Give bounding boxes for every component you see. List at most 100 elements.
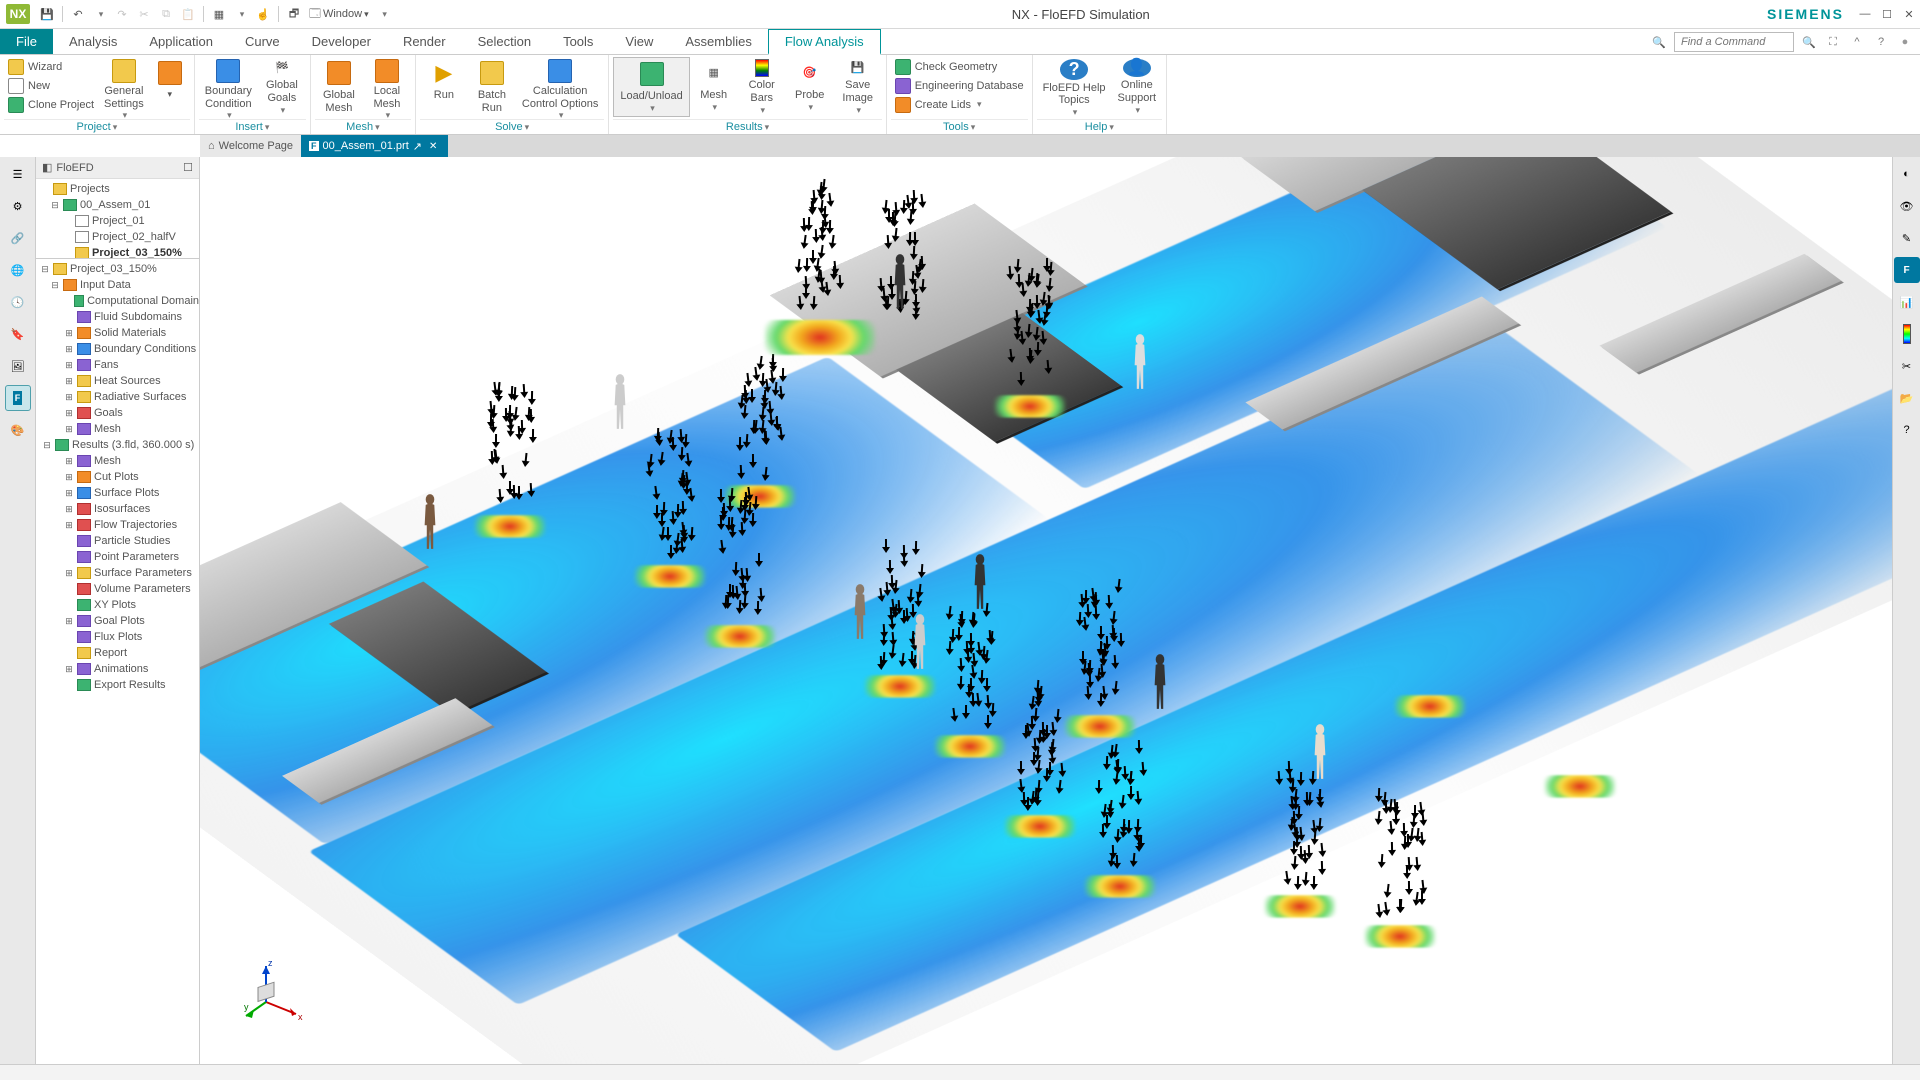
engineering-database-button[interactable]: Engineering Database bbox=[891, 76, 1028, 95]
touch-icon[interactable]: ☝ bbox=[253, 4, 273, 24]
rr-folder-icon[interactable]: 📂 bbox=[1894, 385, 1920, 411]
tree-item[interactable]: ⊞Boundary Conditions bbox=[36, 341, 199, 357]
panel-menu-icon[interactable]: ◧ bbox=[42, 161, 52, 174]
tree-item[interactable]: Report bbox=[36, 645, 199, 661]
tree-item[interactable]: XY Plots bbox=[36, 597, 199, 613]
tree-item[interactable]: ⊞Surface Parameters bbox=[36, 565, 199, 581]
tree-item[interactable]: ⊞Heat Sources bbox=[36, 373, 199, 389]
general-settings-button[interactable]: General Settings bbox=[98, 57, 150, 117]
tree-item[interactable]: ⊞Mesh bbox=[36, 453, 199, 469]
boundary-condition-button[interactable]: Boundary Condition bbox=[199, 57, 258, 117]
wizard-button[interactable]: Wizard bbox=[4, 57, 98, 76]
group-label-help[interactable]: Help bbox=[1037, 119, 1163, 134]
tree-item[interactable]: Volume Parameters bbox=[36, 581, 199, 597]
rail-assembly-icon[interactable]: ⚙ bbox=[5, 193, 31, 219]
clone-project-button[interactable]: Clone Project bbox=[4, 95, 98, 114]
tree-root-projects[interactable]: Projects bbox=[36, 181, 199, 197]
undo-dropdown[interactable] bbox=[90, 4, 110, 24]
qat-overflow[interactable] bbox=[374, 4, 394, 24]
tab-developer[interactable]: Developer bbox=[296, 29, 387, 54]
rr-icon-7[interactable]: ✂ bbox=[1894, 353, 1920, 379]
tree-item[interactable]: ⊞Isosurfaces bbox=[36, 501, 199, 517]
tree-item[interactable]: ⊞Cut Plots bbox=[36, 469, 199, 485]
tab-flow-analysis[interactable]: Flow Analysis bbox=[768, 29, 881, 55]
search-go-icon[interactable]: 🔍 bbox=[1800, 33, 1818, 51]
new-button[interactable]: New bbox=[4, 76, 98, 95]
rail-floefd-icon[interactable]: F bbox=[5, 385, 31, 411]
file-menu[interactable]: File bbox=[0, 29, 53, 54]
tree-active-root[interactable]: ⊟Project_03_150% bbox=[36, 261, 199, 277]
tab-assemblies[interactable]: Assemblies bbox=[669, 29, 767, 54]
tab-view[interactable]: View bbox=[609, 29, 669, 54]
rr-icon-2[interactable]: 👁 bbox=[1894, 193, 1920, 219]
rr-help-icon[interactable]: ? bbox=[1894, 417, 1920, 443]
rail-history-icon[interactable]: 🕓 bbox=[5, 289, 31, 315]
layout-dropdown[interactable] bbox=[231, 4, 251, 24]
tree-input-data[interactable]: ⊟Input Data bbox=[36, 277, 199, 293]
tree-item[interactable]: ⊞Animations bbox=[36, 661, 199, 677]
layout-icon[interactable]: ▦ bbox=[209, 4, 229, 24]
tab-curve[interactable]: Curve bbox=[229, 29, 296, 54]
tab-application[interactable]: Application bbox=[133, 29, 229, 54]
tab-close-icon[interactable]: ✕ bbox=[426, 141, 440, 152]
status-dot-icon[interactable]: ● bbox=[1896, 33, 1914, 51]
save-image-button[interactable]: 💾 Save Image bbox=[834, 57, 882, 117]
tree-item[interactable]: ⊞Goal Plots bbox=[36, 613, 199, 629]
search-icon[interactable]: 🔍 bbox=[1650, 33, 1668, 51]
minimize-icon[interactable]: — bbox=[1854, 5, 1876, 23]
group-label-mesh[interactable]: Mesh bbox=[315, 119, 411, 134]
color-bars-button[interactable]: Color Bars bbox=[738, 57, 786, 117]
rr-icon-3[interactable]: ✎ bbox=[1894, 225, 1920, 251]
tree-project[interactable]: Project_01 bbox=[36, 213, 199, 229]
probe-button[interactable]: 🎯 Probe bbox=[786, 57, 834, 117]
local-mesh-button[interactable]: Local Mesh bbox=[363, 57, 411, 117]
3d-viewport[interactable]: x y z bbox=[200, 157, 1892, 1064]
tab-render[interactable]: Render bbox=[387, 29, 462, 54]
rail-navigator-icon[interactable]: ☰ bbox=[5, 161, 31, 187]
panel-dock-icon[interactable]: ☐ bbox=[183, 161, 193, 174]
group-label-project[interactable]: Project bbox=[4, 119, 190, 134]
save-icon[interactable]: 💾 bbox=[37, 4, 57, 24]
tree-results[interactable]: ⊟Results (3.fld, 360.000 s) bbox=[36, 437, 199, 453]
tree-item[interactable]: Particle Studies bbox=[36, 533, 199, 549]
tab-analysis[interactable]: Analysis bbox=[53, 29, 133, 54]
global-mesh-button[interactable]: Global Mesh bbox=[315, 57, 363, 117]
rail-image-icon[interactable]: 🖼 bbox=[5, 353, 31, 379]
tree-assembly[interactable]: ⊟00_Assem_01 bbox=[36, 197, 199, 213]
undo-icon[interactable]: ↶ bbox=[68, 4, 88, 24]
group-label-solve[interactable]: Solve bbox=[420, 119, 604, 134]
rr-icon-5[interactable]: 📊 bbox=[1894, 289, 1920, 315]
tree-item[interactable]: Export Results bbox=[36, 677, 199, 693]
load-unload-button[interactable]: Load/Unload bbox=[613, 57, 689, 117]
tree-item[interactable]: ⊞Surface Plots bbox=[36, 485, 199, 501]
rr-icon-4[interactable]: F bbox=[1894, 257, 1920, 283]
mesh-results-button[interactable]: ▦ Mesh bbox=[690, 57, 738, 117]
project-extras-button[interactable]: ▾ bbox=[150, 57, 190, 117]
rail-bookmark-icon[interactable]: 🔖 bbox=[5, 321, 31, 347]
tree-project-active[interactable]: Project_03_150% bbox=[36, 245, 199, 259]
tree-item[interactable]: ⊞Fans bbox=[36, 357, 199, 373]
check-geometry-button[interactable]: Check Geometry bbox=[891, 57, 1028, 76]
tree-item[interactable]: Fluid Subdomains bbox=[36, 309, 199, 325]
rr-icon-1[interactable]: ◐ bbox=[1894, 161, 1920, 187]
rail-palette-icon[interactable]: 🎨 bbox=[5, 417, 31, 443]
group-label-insert[interactable]: Insert bbox=[199, 119, 306, 134]
tree-item[interactable]: Computational Domain bbox=[36, 293, 199, 309]
calculation-options-button[interactable]: Calculation Control Options bbox=[516, 57, 604, 117]
tree-item[interactable]: ⊞Radiative Surfaces bbox=[36, 389, 199, 405]
tree-item[interactable]: Flux Plots bbox=[36, 629, 199, 645]
help-icon[interactable]: ? bbox=[1872, 33, 1890, 51]
close-icon[interactable]: ✕ bbox=[1898, 5, 1920, 23]
maximize-icon[interactable]: ☐ bbox=[1876, 5, 1898, 23]
tree-item[interactable]: Point Parameters bbox=[36, 549, 199, 565]
fullscreen-icon[interactable]: ⛶ bbox=[1824, 33, 1842, 51]
group-label-tools[interactable]: Tools bbox=[891, 119, 1028, 134]
tree-item[interactable]: ⊞Goals bbox=[36, 405, 199, 421]
doctab-welcome[interactable]: ⌂ Welcome Page bbox=[200, 135, 301, 157]
create-lids-button[interactable]: Create Lids bbox=[891, 95, 1028, 114]
help-topics-button[interactable]: ? FloEFD Help Topics bbox=[1037, 57, 1112, 117]
tabs-icon[interactable]: 🗗 bbox=[284, 4, 304, 24]
rail-constraints-icon[interactable]: 🔗 bbox=[5, 225, 31, 251]
command-search-input[interactable] bbox=[1674, 32, 1794, 52]
batch-run-button[interactable]: Batch Run bbox=[468, 57, 516, 117]
